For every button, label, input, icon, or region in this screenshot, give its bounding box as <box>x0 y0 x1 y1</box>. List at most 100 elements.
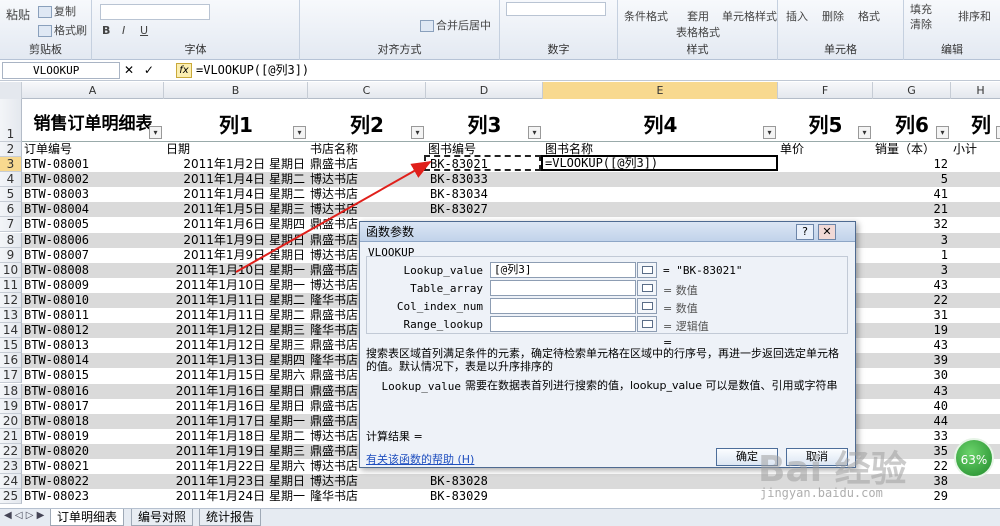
close-icon[interactable]: ✕ <box>818 224 836 240</box>
date-cell[interactable]: 2011年1月10日 星期一 <box>164 263 308 278</box>
row-header[interactable]: 11 <box>0 277 22 293</box>
date-cell[interactable]: 2011年1月9日 星期日 <box>164 248 308 263</box>
book-id-cell[interactable]: BK-83034 <box>430 187 542 202</box>
font-name-select[interactable] <box>100 4 210 20</box>
column-header-H[interactable]: H <box>951 82 1000 99</box>
paste-button[interactable]: 粘贴 <box>6 6 30 23</box>
store-cell[interactable]: 博达书店 <box>310 172 426 187</box>
order-id-cell[interactable]: BTW-08009 <box>24 278 164 293</box>
row-header[interactable]: 4 <box>0 172 22 188</box>
row-header[interactable]: 2 <box>0 142 22 157</box>
order-id-cell[interactable]: BTW-08020 <box>24 444 164 459</box>
column-header-F[interactable]: F <box>778 82 873 99</box>
enter-icon[interactable]: ✓ <box>144 63 154 77</box>
date-cell[interactable]: 2011年1月17日 星期一 <box>164 414 308 429</box>
order-id-cell[interactable]: BTW-08023 <box>24 489 164 504</box>
order-id-cell[interactable]: BTW-08002 <box>24 172 164 187</box>
order-id-cell[interactable]: BTW-08019 <box>24 429 164 444</box>
quantity-cell[interactable]: 12 <box>873 157 951 172</box>
table-title-cell[interactable]: 列1 <box>164 109 308 138</box>
date-cell[interactable]: 2011年1月18日 星期二 <box>164 429 308 444</box>
order-id-cell[interactable]: BTW-08001 <box>24 157 164 172</box>
store-cell[interactable]: 博达书店 <box>310 187 426 202</box>
help-icon[interactable]: ? <box>796 224 814 240</box>
row-header[interactable]: 23 <box>0 459 22 474</box>
quantity-cell[interactable]: 32 <box>873 217 951 232</box>
order-id-cell[interactable]: BTW-08006 <box>24 233 164 248</box>
order-id-cell[interactable]: BTW-08014 <box>24 353 164 368</box>
insert-function-button[interactable]: fx <box>176 63 192 78</box>
row-header[interactable]: 13 <box>0 308 22 323</box>
table-title-cell[interactable]: 列 <box>951 109 1000 138</box>
quantity-cell[interactable]: 30 <box>873 368 951 383</box>
merge-center-button[interactable]: 合并后居中 <box>420 17 491 33</box>
date-cell[interactable]: 2011年1月16日 星期日 <box>164 384 308 399</box>
formula-input[interactable]: =VLOOKUP([@列3]) <box>196 62 309 79</box>
delete-button[interactable]: 删除 <box>822 8 844 24</box>
quantity-cell[interactable]: 43 <box>873 384 951 399</box>
date-cell[interactable]: 2011年1月12日 星期三 <box>164 338 308 353</box>
argument-input[interactable]: [@列3] <box>490 262 636 278</box>
row-header[interactable]: 7 <box>0 217 22 233</box>
order-id-cell[interactable]: BTW-08012 <box>24 323 164 338</box>
quantity-cell[interactable]: 19 <box>873 323 951 338</box>
order-id-cell[interactable]: BTW-08022 <box>24 474 164 489</box>
row-header[interactable]: 5 <box>0 187 22 203</box>
order-id-cell[interactable]: BTW-08015 <box>24 368 164 383</box>
active-cell-editor[interactable]: =VLOOKUP([@列3]) <box>541 155 778 171</box>
row-header[interactable]: 15 <box>0 338 22 354</box>
format-painter-button[interactable]: 格式刷 <box>38 22 87 38</box>
column-label-cell[interactable]: 书店名称 <box>310 142 428 157</box>
cancel-icon[interactable]: ✕ <box>124 63 134 77</box>
quantity-cell[interactable]: 31 <box>873 308 951 323</box>
format-button[interactable]: 格式 <box>858 8 880 24</box>
row-header[interactable]: 16 <box>0 353 22 369</box>
dialog-title-bar[interactable]: 函数参数 ? ✕ <box>360 222 855 242</box>
fill-button[interactable]: 填充 <box>910 1 932 17</box>
range-select-icon[interactable] <box>637 280 657 296</box>
row-header[interactable]: 24 <box>0 474 22 490</box>
filter-dropdown-icon[interactable]: ▾ <box>149 126 162 139</box>
order-id-cell[interactable]: BTW-08016 <box>24 384 164 399</box>
quantity-cell[interactable]: 44 <box>873 414 951 429</box>
number-format-select[interactable] <box>506 2 606 16</box>
order-id-cell[interactable]: BTW-08018 <box>24 414 164 429</box>
date-cell[interactable]: 2011年1月11日 星期二 <box>164 308 308 323</box>
order-id-cell[interactable]: BTW-08017 <box>24 399 164 414</box>
bold-button[interactable]: B <box>102 24 110 37</box>
row-header[interactable]: 17 <box>0 368 22 384</box>
name-box[interactable]: VLOOKUP <box>2 62 120 79</box>
date-cell[interactable]: 2011年1月10日 星期一 <box>164 278 308 293</box>
column-header-A[interactable]: A <box>22 82 164 99</box>
function-help-link[interactable]: 有关该函数的帮助 (H) <box>366 451 474 467</box>
quantity-cell[interactable]: 1 <box>873 248 951 263</box>
underline-button[interactable]: U <box>140 24 148 37</box>
sheet-tab[interactable]: 编号对照 <box>131 509 194 526</box>
row-header[interactable]: 12 <box>0 292 22 308</box>
quantity-cell[interactable]: 5 <box>873 172 951 187</box>
row-header[interactable]: 1 <box>0 99 22 142</box>
order-id-cell[interactable]: BTW-08007 <box>24 248 164 263</box>
date-cell[interactable]: 2011年1月2日 星期日 <box>164 157 308 172</box>
argument-input[interactable] <box>490 280 636 296</box>
order-id-cell[interactable]: BTW-08010 <box>24 293 164 308</box>
insert-button[interactable]: 插入 <box>786 8 808 24</box>
column-header-D[interactable]: D <box>426 82 543 99</box>
quantity-cell[interactable]: 41 <box>873 187 951 202</box>
quantity-cell[interactable]: 43 <box>873 278 951 293</box>
quantity-cell[interactable]: 21 <box>873 202 951 217</box>
quantity-cell[interactable]: 3 <box>873 233 951 248</box>
cell-style-button[interactable]: 单元格样式 <box>722 8 777 24</box>
sheet-tab[interactable]: 统计报告 <box>199 509 262 526</box>
date-cell[interactable]: 2011年1月11日 星期二 <box>164 293 308 308</box>
progress-badge[interactable]: 63% <box>954 438 994 478</box>
book-id-cell[interactable]: BK-83029 <box>430 489 542 504</box>
date-cell[interactable]: 2011年1月23日 星期日 <box>164 474 308 489</box>
order-id-cell[interactable]: BTW-08021 <box>24 459 164 474</box>
copy-button[interactable]: 复制 <box>38 3 76 19</box>
clear-button[interactable]: 清除 <box>910 16 932 32</box>
date-cell[interactable]: 2011年1月5日 星期三 <box>164 202 308 217</box>
date-cell[interactable]: 2011年1月4日 星期二 <box>164 172 308 187</box>
book-id-cell[interactable]: BK-83028 <box>430 474 542 489</box>
italic-button[interactable]: I <box>122 24 125 37</box>
